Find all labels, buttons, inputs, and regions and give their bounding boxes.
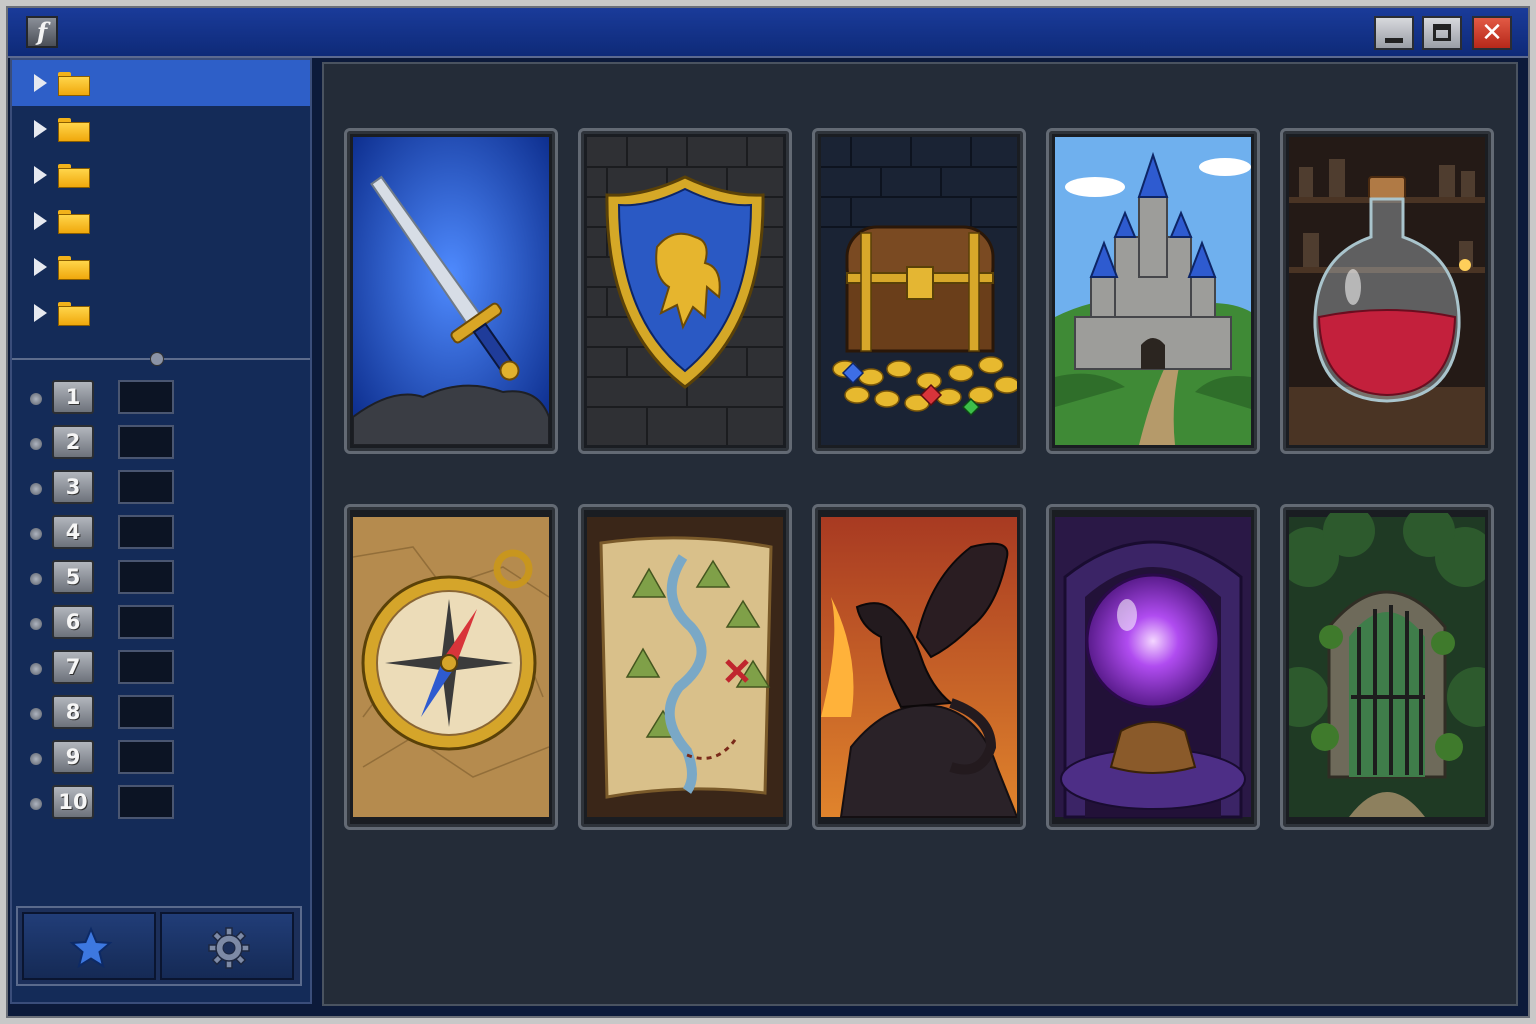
slot-row[interactable]: 3 xyxy=(12,468,310,513)
radio-dot[interactable] xyxy=(30,483,42,495)
folder-icon xyxy=(58,72,90,96)
slot-field[interactable] xyxy=(118,515,174,549)
minimize-button[interactable] xyxy=(1374,16,1414,50)
favorites-button[interactable] xyxy=(22,912,156,980)
folder-icon xyxy=(58,164,90,188)
app-icon[interactable]: f xyxy=(26,16,58,48)
settings-button[interactable] xyxy=(160,912,294,980)
radio-dot[interactable] xyxy=(30,393,42,405)
minimize-icon xyxy=(1385,38,1403,43)
slot-number[interactable]: 3 xyxy=(52,470,94,504)
slot-number[interactable]: 5 xyxy=(52,560,94,594)
treasure-chest-icon xyxy=(821,137,1017,445)
radio-dot[interactable] xyxy=(30,798,42,810)
folder-item[interactable] xyxy=(12,244,310,290)
folder-icon xyxy=(58,118,90,142)
sidebar: 1 2 3 4 5 6 7 8 9 10 xyxy=(10,58,312,1004)
radio-dot[interactable] xyxy=(30,573,42,585)
slot-number[interactable]: 2 xyxy=(52,425,94,459)
expand-arrow-icon[interactable] xyxy=(34,74,47,92)
thumbnail-gallery xyxy=(322,62,1518,1006)
expand-arrow-icon[interactable] xyxy=(34,166,47,184)
expand-arrow-icon[interactable] xyxy=(34,304,47,322)
folder-icon xyxy=(58,302,90,326)
slot-number[interactable]: 4 xyxy=(52,515,94,549)
folder-icon xyxy=(58,256,90,280)
close-icon: ✕ xyxy=(1481,18,1503,48)
expand-arrow-icon[interactable] xyxy=(34,212,47,230)
card-potion[interactable] xyxy=(1280,128,1494,454)
radio-dot[interactable] xyxy=(30,438,42,450)
slot-field[interactable] xyxy=(118,560,174,594)
card-shield[interactable] xyxy=(578,128,792,454)
folder-item[interactable] xyxy=(12,106,310,152)
expand-arrow-icon[interactable] xyxy=(34,120,47,138)
slot-field[interactable] xyxy=(118,785,174,819)
slot-number[interactable]: 10 xyxy=(52,785,94,819)
slot-number[interactable]: 9 xyxy=(52,740,94,774)
radio-dot[interactable] xyxy=(30,753,42,765)
potion-icon xyxy=(1289,137,1485,445)
card-castle[interactable] xyxy=(1046,128,1260,454)
card-treasure-chest[interactable] xyxy=(812,128,1026,454)
slot-row[interactable]: 10 xyxy=(12,783,310,828)
slot-field[interactable] xyxy=(118,650,174,684)
slot-number[interactable]: 8 xyxy=(52,695,94,729)
gear-icon xyxy=(208,927,250,969)
title-bar[interactable]: f ✕ xyxy=(8,8,1528,58)
lion-shield-icon xyxy=(587,137,783,445)
folder-item[interactable] xyxy=(12,198,310,244)
slot-row[interactable]: 2 xyxy=(12,423,310,468)
card-crystal-ball[interactable] xyxy=(1046,504,1260,830)
slot-number[interactable]: 6 xyxy=(52,605,94,639)
maximize-icon xyxy=(1433,24,1451,41)
radio-dot[interactable] xyxy=(30,708,42,720)
sword-icon xyxy=(353,137,549,445)
forest-gate-icon xyxy=(1289,513,1485,817)
compass-icon xyxy=(353,517,549,817)
castle-icon xyxy=(1055,137,1251,445)
slot-row[interactable]: 4 xyxy=(12,513,310,558)
slot-field[interactable] xyxy=(118,425,174,459)
card-dragon[interactable] xyxy=(812,504,1026,830)
crystal-ball-icon xyxy=(1055,517,1251,819)
slot-field[interactable] xyxy=(118,380,174,414)
folder-tree xyxy=(12,60,310,336)
slot-field[interactable] xyxy=(118,740,174,774)
slot-row[interactable]: 5 xyxy=(12,558,310,603)
radio-dot[interactable] xyxy=(30,528,42,540)
close-button[interactable]: ✕ xyxy=(1472,16,1512,50)
card-sword[interactable] xyxy=(344,128,558,454)
slot-row[interactable]: 1 xyxy=(12,378,310,423)
slot-list: 1 2 3 4 5 6 7 8 9 10 xyxy=(12,378,310,828)
sidebar-toolbar xyxy=(16,906,302,986)
slot-row[interactable]: 9 xyxy=(12,738,310,783)
radio-dot[interactable] xyxy=(30,618,42,630)
slot-number[interactable]: 7 xyxy=(52,650,94,684)
slot-number[interactable]: 1 xyxy=(52,380,94,414)
folder-item[interactable] xyxy=(12,152,310,198)
treasure-map-icon xyxy=(587,517,783,817)
radio-dot[interactable] xyxy=(30,663,42,675)
dragon-icon xyxy=(821,517,1017,818)
maximize-button[interactable] xyxy=(1422,16,1462,50)
folder-icon xyxy=(58,210,90,234)
folder-item[interactable] xyxy=(12,60,310,106)
splitter-handle[interactable] xyxy=(150,352,164,366)
slot-field[interactable] xyxy=(118,695,174,729)
slot-row[interactable]: 8 xyxy=(12,693,310,738)
folder-item[interactable] xyxy=(12,290,310,336)
expand-arrow-icon[interactable] xyxy=(34,258,47,276)
slot-row[interactable]: 7 xyxy=(12,648,310,693)
slot-field[interactable] xyxy=(118,605,174,639)
slot-field[interactable] xyxy=(118,470,174,504)
card-forest-gate[interactable] xyxy=(1280,504,1494,830)
card-treasure-map[interactable] xyxy=(578,504,792,830)
slot-row[interactable]: 6 xyxy=(12,603,310,648)
star-icon xyxy=(69,926,113,969)
card-compass[interactable] xyxy=(344,504,558,830)
